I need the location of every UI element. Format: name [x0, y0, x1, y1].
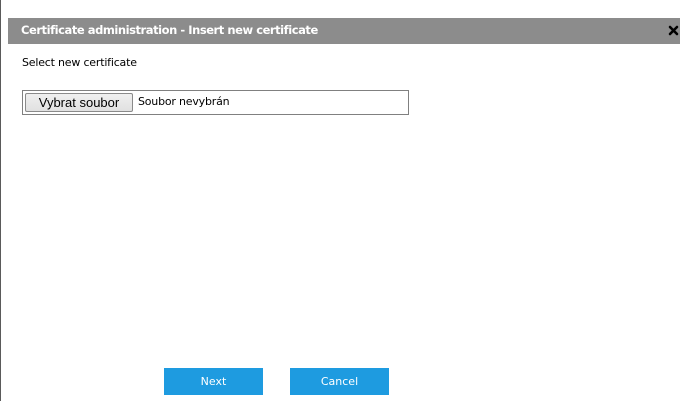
- cancel-button[interactable]: Cancel: [290, 368, 389, 395]
- dialog-title: Certificate administration - Insert new …: [21, 23, 318, 37]
- certificate-file-input[interactable]: Vybrat soubor Soubor nevybrán: [22, 90, 409, 115]
- insert-certificate-dialog: Certificate administration - Insert new …: [0, 0, 680, 401]
- file-status-text: Soubor nevybrán: [138, 95, 230, 108]
- dialog-title-bar: Certificate administration - Insert new …: [8, 18, 680, 44]
- select-certificate-label: Select new certificate: [22, 56, 137, 69]
- next-button[interactable]: Next: [164, 368, 263, 395]
- choose-file-button[interactable]: Vybrat soubor: [25, 93, 133, 112]
- close-icon[interactable]: [666, 18, 680, 44]
